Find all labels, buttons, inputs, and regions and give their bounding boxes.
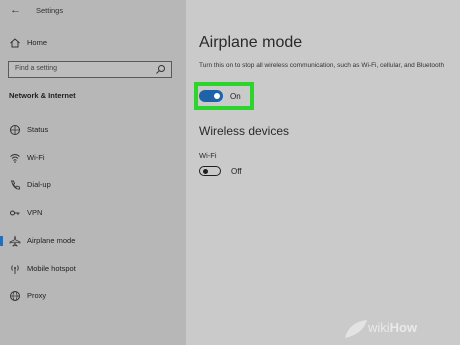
search-placeholder: Find a setting [15,65,58,72]
section-title: Network & Internet [9,91,76,100]
sidebar-item-label: Home [27,38,48,47]
sidebar-item-airplane-mode[interactable]: Airplane mode [0,232,186,250]
wifi-icon [10,154,20,163]
back-arrow-icon[interactable]: ← [10,4,22,16]
home-icon [10,38,20,48]
sidebar-item-label: VPN [27,208,43,217]
wifi-toggle[interactable] [199,166,221,176]
airplane-icon [9,235,21,247]
hotspot-icon [11,265,19,274]
airplane-mode-state: On [230,92,241,101]
search-input[interactable]: Find a setting [8,61,172,78]
sidebar: ← Settings Home Find a setting Network &… [0,0,186,345]
sidebar-item-dial-up[interactable]: Dial-up [0,176,186,194]
wikihow-watermark: wikiHow [368,320,417,335]
search-icon[interactable] [155,64,166,75]
sidebar-item-label: Dial-up [27,180,51,189]
globe-icon [10,125,20,135]
globe-icon [10,291,20,301]
section-heading-wireless-devices: Wireless devices [199,124,290,138]
sidebar-item-status[interactable]: Status [0,121,186,139]
wifi-state: Off [231,167,242,176]
title-bar: ← Settings [0,0,186,22]
sidebar-item-label: Airplane mode [27,236,76,245]
sidebar-item-label: Wi-Fi [27,153,45,162]
watermark-part2: How [389,320,418,335]
sidebar-item-mobile-hotspot[interactable]: Mobile hotspot [0,260,186,278]
sidebar-item-home[interactable]: Home [0,34,186,52]
watermark-part1: wiki [368,320,390,335]
phone-icon [10,180,20,190]
airplane-mode-toggle[interactable] [199,90,223,102]
sidebar-item-label: Proxy [27,291,47,300]
page-title: Airplane mode [199,34,303,51]
sidebar-item-label: Mobile hotspot [27,264,76,273]
page-description: Turn this on to stop all wireless commun… [199,62,445,69]
app-title: Settings [36,6,64,15]
toggle-knob [203,169,208,174]
sidebar-item-vpn[interactable]: VPN [0,204,186,222]
sidebar-item-proxy[interactable]: Proxy [0,287,186,305]
sidebar-item-label: Status [27,125,49,134]
toggle-knob [214,93,220,99]
wikihow-leaf-icon [345,320,367,338]
vpn-icon [10,210,20,216]
wifi-label: Wi-Fi [199,151,217,160]
sidebar-item-wifi[interactable]: Wi-Fi [0,149,186,167]
